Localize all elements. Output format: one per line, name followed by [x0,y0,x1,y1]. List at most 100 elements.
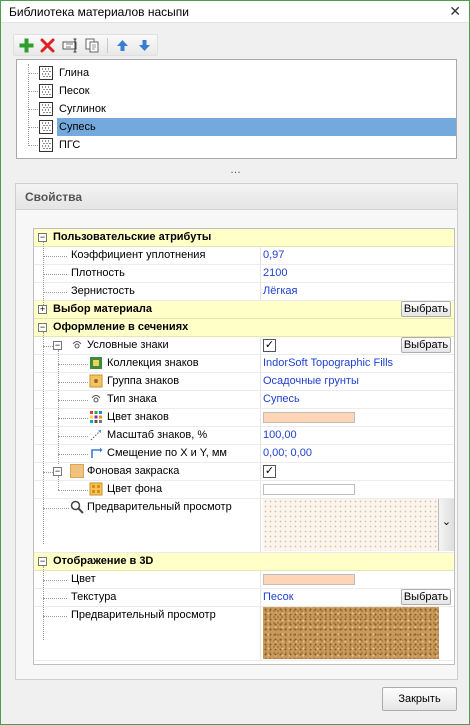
material-hatch-icon [39,102,53,116]
property-name: Коллекция знаков [107,357,199,369]
sign-color-swatch[interactable] [263,412,355,423]
collection-icon [90,357,102,369]
property-value[interactable]: 2100 [263,267,287,279]
property-name: Условные знаки [87,339,169,351]
splitter-handle[interactable]: … [230,164,242,176]
property-density[interactable]: Плотность 2100 [34,265,454,283]
tree-item[interactable]: Суглинок [17,100,456,118]
category-material-choice[interactable]: + Выбор материала Выбрать [34,301,454,319]
property-grid: − Пользовательские атрибуты Коэффициент … [33,228,455,665]
bg-fill-checkbox[interactable]: ✓ [263,465,276,478]
property-grain[interactable]: Зернистость Лёгкая [34,283,454,301]
choose-symbols-button[interactable]: Выбрать [401,337,451,353]
category-section-style[interactable]: − Оформление в сечениях [34,319,454,337]
arrow-down-icon [139,40,150,51]
property-compaction[interactable]: Коэффициент уплотнения 0,97 [34,247,454,265]
choose-material-button[interactable]: Выбрать [401,301,451,317]
collapse-toggle[interactable]: − [53,341,62,350]
property-value[interactable]: Супесь [263,393,300,405]
tree-item-label: Суглинок [59,103,106,115]
material-hatch-icon [39,120,53,134]
property-3d-color[interactable]: Цвет [34,571,454,589]
category-display-3d[interactable]: − Отображение в 3D [34,553,454,571]
collapse-toggle[interactable]: − [38,233,47,242]
property-collection[interactable]: Коллекция знаков IndorSoft Topographic F… [34,355,454,373]
property-value[interactable]: Осадочные грунты [263,375,359,387]
expand-toggle[interactable]: + [38,305,47,314]
tree-item-label: Глина [59,67,90,79]
tree-item[interactable]: Песок [17,82,456,100]
property-section-preview[interactable]: Предварительный просмотр ⌄ [34,499,454,553]
bg-color-swatch[interactable] [263,484,355,495]
collapse-toggle[interactable]: − [53,467,62,476]
palette-icon [90,411,102,423]
property-value[interactable]: IndorSoft Topographic Fills [263,357,393,369]
tree-item-label: Песок [59,85,90,97]
tree-item-label: Супесь [59,121,96,133]
symbol-pin-icon [91,395,101,403]
material-hatch-icon [39,84,53,98]
property-value[interactable]: 0,97 [263,249,284,261]
property-value[interactable]: Песок [263,591,294,603]
category-title: Пользовательские атрибуты [53,231,212,243]
property-name: Цвет [71,573,96,585]
collapse-toggle[interactable]: − [38,323,47,332]
property-value[interactable]: 0,00; 0,00 [263,447,312,459]
property-name: Предварительный просмотр [87,501,232,513]
window-title: Библиотека материалов насыпи [9,5,189,19]
move-down-button[interactable] [135,36,154,55]
property-name: Тип знака [107,393,157,405]
property-name: Зернистость [71,285,135,297]
copy-button[interactable] [83,36,102,55]
symbols-checkbox[interactable]: ✓ [263,339,276,352]
choose-texture-button[interactable]: Выбрать [401,589,451,605]
delete-button[interactable] [38,36,57,55]
material-hatch-icon [39,66,53,80]
delete-icon [40,38,55,53]
properties-header: Свойства [16,184,457,210]
category-user-attributes[interactable]: − Пользовательские атрибуты [34,229,454,247]
property-value[interactable]: 100,00 [263,429,297,441]
property-symbols[interactable]: − Условные знаки ✓ Выбрать [34,337,454,355]
toolbar-separator [107,38,108,53]
tree-item[interactable]: Глина [17,64,456,82]
material-hatch-icon [39,138,53,152]
move-up-button[interactable] [113,36,132,55]
property-group[interactable]: Группа знаков Осадочные грунты [34,373,454,391]
rename-icon [62,38,77,53]
property-texture[interactable]: Текстура Песок Выбрать [34,589,454,607]
title-bar: Библиотека материалов насыпи ✕ [1,1,469,23]
property-sign-type[interactable]: Тип знака Супесь [34,391,454,409]
property-sign-color[interactable]: Цвет знаков [34,409,454,427]
property-offset[interactable]: Смещение по X и Y, мм 0,00; 0,00 [34,445,454,463]
add-button[interactable] [17,36,36,55]
property-name: Масштаб знаков, % [107,429,208,441]
collapse-toggle[interactable]: − [38,557,47,566]
property-name: Предварительный просмотр [71,609,216,621]
properties-panel: Свойства − Пользовательские атрибуты Коэ… [15,183,458,680]
property-3d-preview[interactable]: Предварительный просмотр [34,607,454,661]
property-bg-color[interactable]: Цвет фона [34,481,454,499]
property-scale[interactable]: Масштаб знаков, % 100,00 [34,427,454,445]
window-close-button[interactable]: ✕ [449,3,461,20]
section-preview-image [263,499,439,551]
preview-dropdown-button[interactable]: ⌄ [438,499,454,551]
copy-icon [85,38,99,53]
fill-color-icon [70,464,84,478]
close-button[interactable]: Закрыть [382,687,457,711]
symbol-pin-icon [72,341,82,349]
property-name: Группа знаков [107,375,180,387]
property-value[interactable]: Лёгкая [263,285,297,297]
property-name: Цвет фона [107,483,163,495]
chevron-down-icon: ⌄ [441,516,452,528]
rename-button[interactable] [61,36,80,55]
materials-tree[interactable]: Глина Песок Суглинок Супесь ПГС [16,59,457,159]
3d-color-swatch[interactable] [263,574,355,585]
group-icon [89,374,103,388]
palette-icon [89,482,103,496]
property-bg-fill[interactable]: − Фоновая закраска ✓ [34,463,454,481]
property-name: Коэффициент уплотнения [71,249,206,261]
tree-item[interactable]: Супесь [17,118,456,136]
properties-title: Свойства [25,190,83,204]
tree-item[interactable]: ПГС [17,136,456,154]
